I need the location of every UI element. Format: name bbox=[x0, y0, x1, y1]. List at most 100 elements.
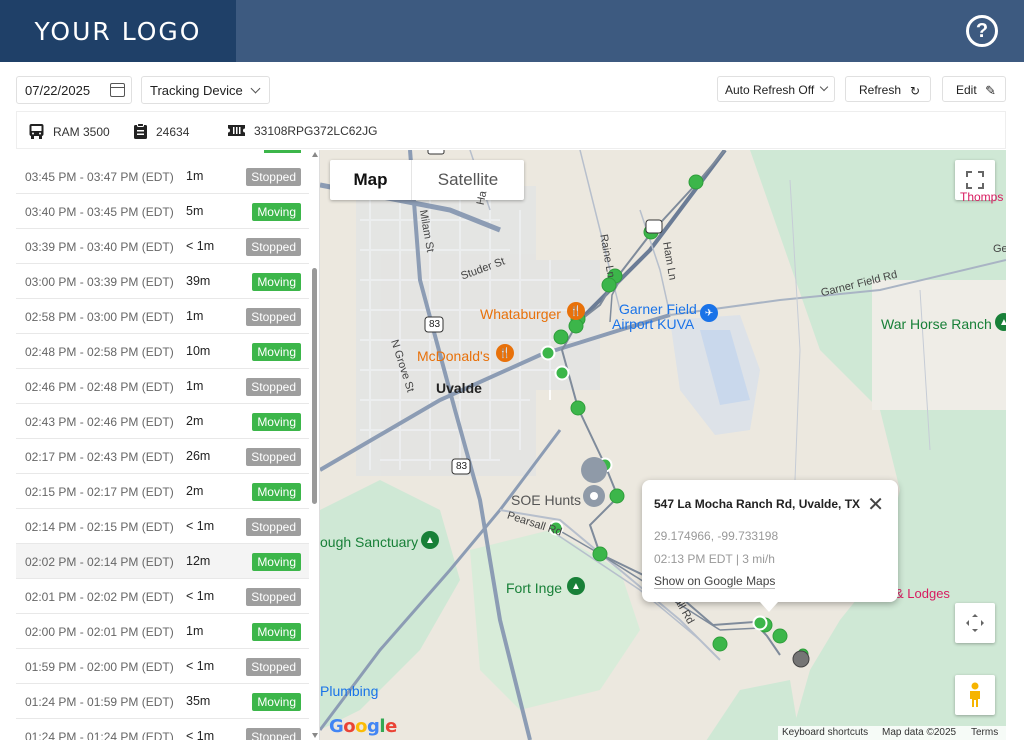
status-badge: Stopped bbox=[246, 308, 301, 326]
map-label-soe-hunts: SOE Hunts bbox=[511, 492, 582, 508]
pegman-icon bbox=[970, 682, 980, 707]
trip-time-range: 03:40 PM - 03:45 PM (EDT) bbox=[25, 205, 174, 219]
map-label-uvalde: Uvalde bbox=[436, 380, 482, 396]
location-info-popup: 547 La Mocha Ranch Rd, Uvalde, TX ✕ 29.1… bbox=[642, 480, 898, 612]
trip-row[interactable]: 02:48 PM - 02:58 PM (EDT) 10m Moving bbox=[16, 334, 309, 369]
trip-row[interactable]: 01:24 PM - 01:59 PM (EDT) 35m Moving bbox=[16, 684, 309, 719]
trip-row[interactable]: 02:43 PM - 02:46 PM (EDT) 2m Moving bbox=[16, 404, 309, 439]
status-badge: Stopped bbox=[246, 448, 301, 466]
trip-row[interactable]: 02:58 PM - 03:00 PM (EDT) 1m Stopped bbox=[16, 299, 309, 334]
edit-label: Edit bbox=[956, 83, 977, 97]
terms-link[interactable]: Terms bbox=[971, 727, 998, 738]
date-picker-input[interactable]: 07/22/2025 bbox=[16, 76, 132, 104]
google-logo-letter: e bbox=[385, 716, 397, 737]
trip-duration: 2m bbox=[186, 484, 204, 498]
status-badge: Moving bbox=[252, 203, 301, 221]
trip-row[interactable]: 02:14 PM - 02:15 PM (EDT) < 1m Stopped bbox=[16, 509, 309, 544]
map-attribution-bar: Keyboard shortcuts Map data ©2025 Terms bbox=[778, 726, 1006, 740]
restaurant-icon[interactable]: 🍴 bbox=[496, 344, 514, 362]
map-label-mcdonalds: McDonald's bbox=[417, 348, 490, 364]
trip-row[interactable]: 03:40 PM - 03:45 PM (EDT) 5m Moving bbox=[16, 194, 309, 229]
keyboard-shortcuts-link[interactable]: Keyboard shortcuts bbox=[782, 727, 868, 738]
trip-row[interactable]: 02:00 PM - 02:01 PM (EDT) 1m Moving bbox=[16, 614, 309, 649]
trip-time-range: 02:00 PM - 02:01 PM (EDT) bbox=[25, 625, 174, 639]
map-type-control[interactable]: Map Satellite bbox=[330, 160, 524, 200]
trip-row[interactable]: 01:24 PM - 01:24 PM (EDT) < 1m Stopped bbox=[16, 719, 309, 740]
trip-duration: < 1m bbox=[186, 659, 215, 673]
park-icon[interactable]: ▲ bbox=[421, 531, 439, 549]
status-badge: Moving bbox=[252, 343, 301, 361]
google-logo-letter: G bbox=[329, 716, 344, 737]
bus-icon bbox=[29, 124, 44, 139]
street-view-pegman-button[interactable] bbox=[955, 675, 995, 715]
calendar-icon[interactable] bbox=[110, 83, 125, 97]
highway-shield-83: 83 bbox=[429, 319, 441, 330]
trip-row[interactable]: 02:01 PM - 02:02 PM (EDT) < 1m Stopped bbox=[16, 579, 309, 614]
tracking-device-select[interactable]: Tracking Device bbox=[141, 76, 270, 104]
status-badge: Moving bbox=[252, 413, 301, 431]
google-logo-letter: o bbox=[343, 716, 356, 737]
show-on-google-maps-link[interactable]: Show on Google Maps bbox=[654, 574, 776, 589]
refresh-button[interactable]: Refresh ↻ bbox=[845, 76, 931, 102]
trip-row[interactable]: 02:15 PM - 02:17 PM (EDT) 2m Moving bbox=[16, 474, 309, 509]
pan-control-button[interactable] bbox=[955, 603, 995, 643]
status-badge: Moving bbox=[252, 483, 301, 501]
google-logo-letter: o bbox=[355, 716, 368, 737]
trip-duration: 1m bbox=[186, 169, 204, 183]
list-scrollbar[interactable] bbox=[310, 150, 319, 740]
map-label-garner-field: Garner Field bbox=[619, 301, 697, 317]
trip-row[interactable]: 03:00 PM - 03:39 PM (EDT) 39m Moving bbox=[16, 264, 309, 299]
brand-logo[interactable]: YOUR LOGO bbox=[0, 0, 236, 62]
trip-time-range: 02:02 PM - 02:14 PM (EDT) bbox=[25, 555, 174, 569]
trip-duration: 26m bbox=[186, 449, 211, 463]
trip-time-range: 03:00 PM - 03:39 PM (EDT) bbox=[25, 275, 174, 289]
pencil-icon: ✎ bbox=[985, 83, 996, 98]
auto-refresh-select[interactable]: Auto Refresh Off bbox=[717, 76, 835, 102]
trip-row[interactable]: 01:59 PM - 02:00 PM (EDT) < 1m Stopped bbox=[16, 649, 309, 684]
chevron-down-icon bbox=[250, 83, 261, 94]
map-type-map-button[interactable]: Map bbox=[330, 160, 412, 200]
trip-duration: 2m bbox=[186, 414, 204, 428]
trip-duration: < 1m bbox=[186, 729, 215, 740]
map-label-sanctuary: ough Sanctuary bbox=[320, 534, 419, 550]
ticket-icon bbox=[228, 125, 245, 136]
clipboard-icon bbox=[134, 123, 147, 139]
airport-icon[interactable]: ✈ bbox=[700, 304, 718, 322]
trip-time-range: 02:58 PM - 03:00 PM (EDT) bbox=[25, 310, 174, 324]
scrollbar-thumb[interactable] bbox=[312, 268, 317, 504]
unit-number-text: 24634 bbox=[156, 124, 190, 139]
device-select-value: Tracking Device bbox=[150, 83, 243, 98]
park-icon[interactable]: ▲ bbox=[567, 577, 585, 595]
scroll-down-icon[interactable] bbox=[312, 733, 318, 738]
popup-time-speed: 02:13 PM EDT | 3 mi/h bbox=[654, 552, 775, 566]
map-view[interactable]: Map Satellite Uvalde Whataburger 🍴 McDon… bbox=[320, 150, 1006, 740]
status-badge: Moving bbox=[252, 693, 301, 711]
refresh-icon: ↻ bbox=[909, 84, 920, 98]
google-logo[interactable]: Google bbox=[329, 716, 397, 737]
trip-row[interactable]: 03:45 PM - 03:47 PM (EDT) 1m Stopped bbox=[16, 159, 309, 194]
close-icon[interactable]: ✕ bbox=[867, 492, 884, 517]
trip-list[interactable]: 03:45 PM - 03:47 PM (EDT) 1m Stopped 03:40 … bbox=[16, 150, 320, 740]
trip-time-range: 02:43 PM - 02:46 PM (EDT) bbox=[25, 415, 174, 429]
trip-row[interactable]: 03:39 PM - 03:40 PM (EDT) < 1m Stopped bbox=[16, 229, 309, 264]
map-label-lodges: & Lodges bbox=[895, 586, 950, 601]
trip-row[interactable]: 02:17 PM - 02:43 PM (EDT) 26m Stopped bbox=[16, 439, 309, 474]
edit-button[interactable]: Edit ✎ bbox=[942, 76, 1006, 102]
map-type-satellite-button[interactable]: Satellite bbox=[412, 160, 524, 200]
park-icon[interactable]: ▲ bbox=[995, 313, 1006, 331]
trip-duration: < 1m bbox=[186, 589, 215, 603]
partial-status-badge bbox=[264, 150, 301, 153]
trip-row[interactable]: 02:46 PM - 02:48 PM (EDT) 1m Stopped bbox=[16, 369, 309, 404]
toolbar: 07/22/2025 Tracking Device Auto Refresh … bbox=[16, 76, 1006, 104]
scroll-up-icon[interactable] bbox=[312, 152, 318, 157]
popup-coordinates: 29.174966, -99.733198 bbox=[654, 529, 779, 543]
google-logo-letter: g bbox=[367, 716, 380, 737]
help-button[interactable]: ? bbox=[966, 15, 998, 47]
vehicle-vin: 33108RPG372LC62JG bbox=[227, 123, 377, 138]
map-label-plumbing: Plumbing bbox=[320, 683, 379, 699]
restaurant-icon[interactable]: 🍴 bbox=[567, 302, 585, 320]
question-circle-icon: ? bbox=[975, 19, 989, 42]
trip-row[interactable]: 02:02 PM - 02:14 PM (EDT) 12m Moving bbox=[16, 544, 309, 579]
trip-time-range: 01:59 PM - 02:00 PM (EDT) bbox=[25, 660, 174, 674]
trip-time-range: 02:48 PM - 02:58 PM (EDT) bbox=[25, 345, 174, 359]
